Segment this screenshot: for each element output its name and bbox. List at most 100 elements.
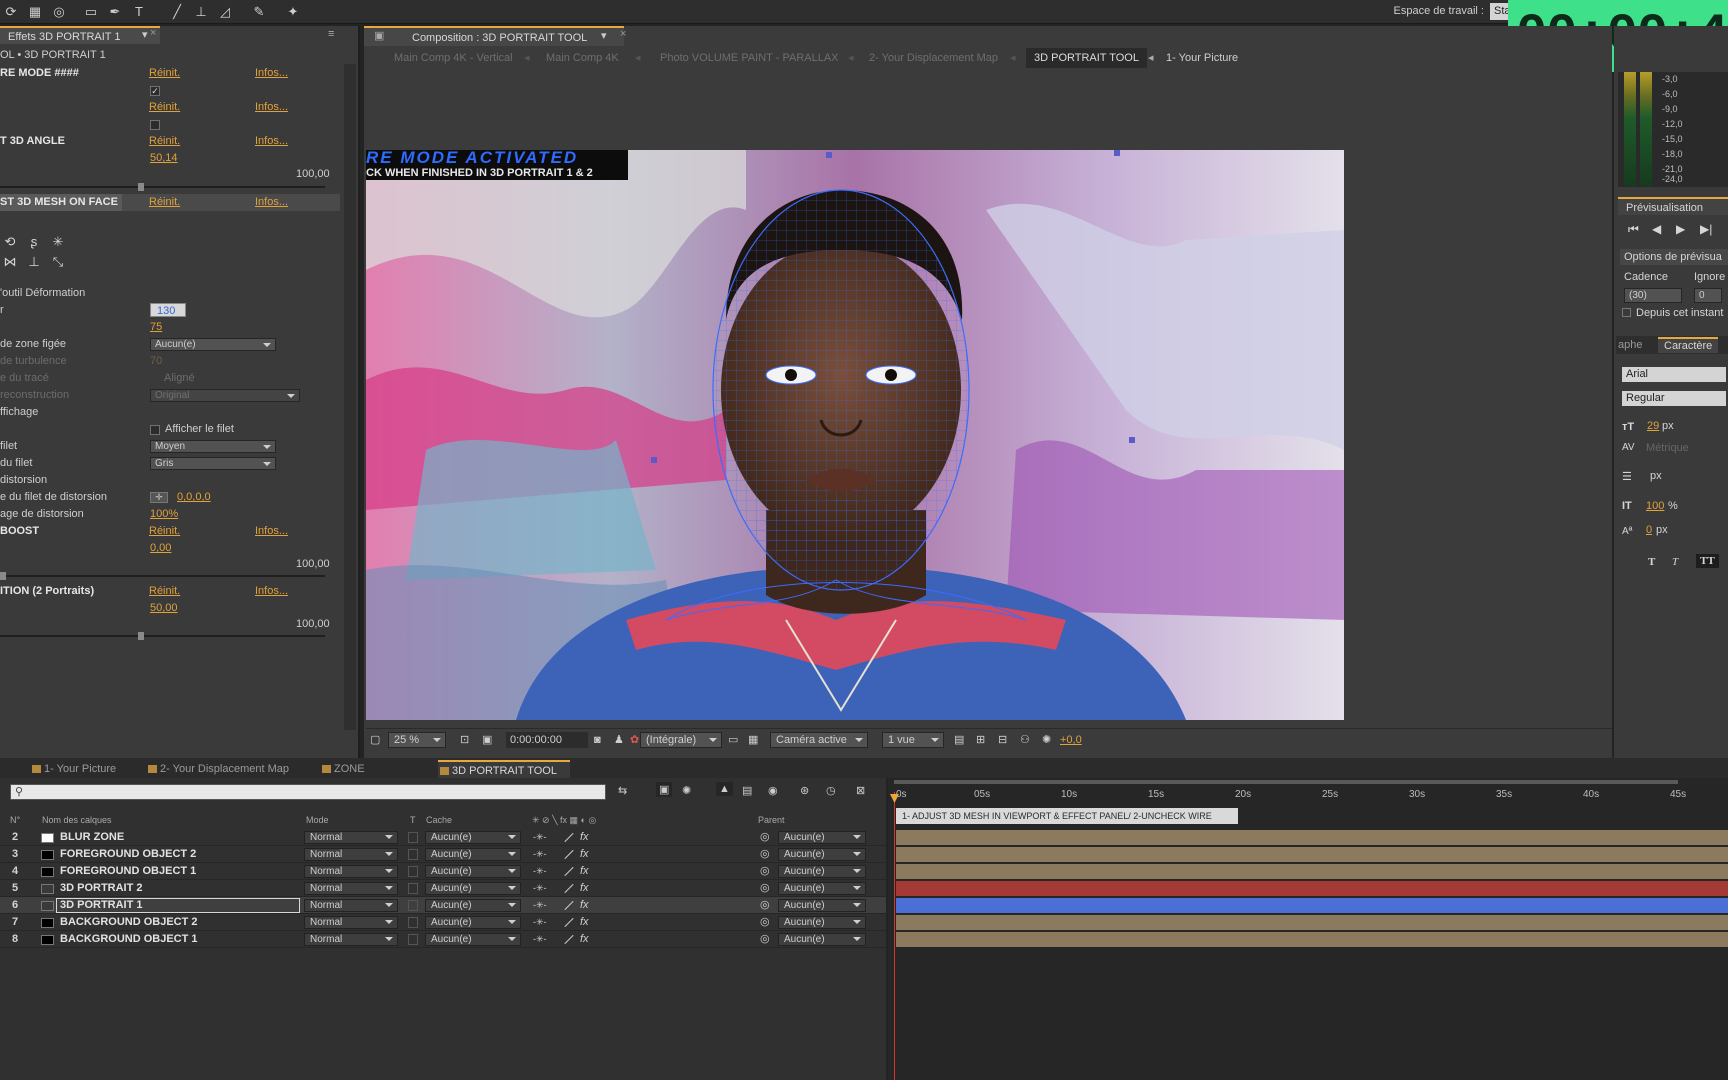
preview-options[interactable]: Options de prévisua — [1620, 249, 1728, 265]
brush-pressure-value[interactable]: 75 — [150, 319, 162, 336]
ignore-select[interactable]: 0 — [1694, 288, 1722, 303]
tab-character[interactable]: Caractère — [1658, 337, 1719, 353]
camera-select[interactable]: Caméra active — [770, 732, 868, 748]
layer-search-input[interactable]: ⚲ — [10, 784, 606, 800]
pick-whip-icon[interactable]: ◎ — [760, 914, 770, 931]
font-size-value[interactable]: 29 — [1647, 420, 1659, 432]
timeline-icon[interactable]: ⊟ — [998, 732, 1007, 748]
layer-name[interactable]: BACKGROUND OBJECT 1 — [60, 931, 198, 948]
tab-menu-icon[interactable]: ▾ — [142, 28, 148, 41]
pick-whip-icon[interactable]: ◎ — [760, 931, 770, 948]
draft-3d-icon[interactable]: ▣ — [656, 782, 673, 797]
roi-icon[interactable]: ▭ — [728, 732, 738, 748]
all-caps-button[interactable]: TT — [1696, 554, 1719, 568]
effects-panel-tab[interactable]: Effets 3D PORTRAIT 1 — [0, 26, 160, 44]
brush-tool-icon[interactable]: ╱ — [168, 3, 186, 21]
pick-whip-icon[interactable]: ◎ — [760, 880, 770, 897]
crumb[interactable]: 2- Your Displacement Map — [869, 48, 998, 68]
crumb[interactable]: 1- Your Picture — [1166, 48, 1238, 68]
preserve-transparency-toggle[interactable] — [408, 934, 418, 945]
pen-tool-icon[interactable]: ✒ — [106, 3, 124, 21]
distortion-mesh-value[interactable]: 0,0,0,0 — [177, 489, 211, 506]
toggle-pixel-icon[interactable]: ▤ — [954, 732, 964, 748]
quality-switch-icon[interactable] — [564, 832, 574, 843]
blend-mode-select[interactable]: Normal — [304, 916, 398, 929]
roto-brush-icon[interactable]: ✎ — [250, 3, 268, 21]
effects-switch-icon[interactable]: fx — [580, 897, 589, 914]
transparency-grid-icon[interactable]: ▦ — [748, 732, 758, 748]
kerning-select[interactable]: Métrique — [1646, 442, 1689, 454]
layer-name[interactable]: BACKGROUND OBJECT 2 — [60, 914, 198, 931]
crumb-active[interactable]: 3D PORTRAIT TOOL — [1026, 48, 1147, 68]
prev-frame-icon[interactable]: ◀ — [1652, 222, 1661, 236]
effects-scrollbar[interactable] — [344, 64, 356, 730]
parent-select[interactable]: Aucun(e) — [778, 882, 866, 895]
show-snapshot-icon[interactable]: ♟ — [614, 732, 624, 748]
font-family-input[interactable]: Arial — [1622, 367, 1726, 382]
layer-duration-bar[interactable] — [896, 847, 1728, 862]
faux-italic-button[interactable]: T — [1672, 556, 1678, 568]
preserve-transparency-toggle[interactable] — [408, 917, 418, 928]
bloat-icon[interactable]: ⋈ — [2, 254, 18, 270]
preserve-transparency-toggle[interactable] — [408, 883, 418, 894]
tab-zone-protect[interactable]: ZONE PROTECT — [320, 760, 420, 793]
parent-select[interactable]: Aucun(e) — [778, 865, 866, 878]
shy-switch-icon[interactable]: -✳- — [533, 931, 547, 948]
track-matte-select[interactable]: Aucun(e) — [425, 899, 521, 912]
show-mesh-checkbox[interactable] — [150, 425, 160, 435]
blend-mode-select[interactable]: Normal — [304, 882, 398, 895]
twist-icon[interactable]: ʂ — [26, 234, 42, 250]
layer-duration-bar[interactable] — [896, 932, 1728, 947]
layer-row[interactable]: 4 FOREGROUND OBJECT 1 Normal Aucun(e) -✳- fx ◎… — [0, 863, 886, 880]
close-tab-icon[interactable]: × — [620, 28, 626, 40]
effect-checkbox[interactable] — [150, 120, 160, 130]
layer-row[interactable]: 5 3D PORTRAIT 2 Normal Aucun(e) -✳- fx ◎ Aucun(… — [0, 880, 886, 897]
exposure-value[interactable]: +0,0 — [1060, 732, 1082, 748]
first-frame-icon[interactable]: ⏮ — [1628, 222, 1639, 237]
since-checkbox[interactable] — [1622, 308, 1631, 317]
reset-link[interactable]: Réinit. — [149, 583, 180, 600]
cadence-select[interactable]: (30) — [1624, 288, 1682, 303]
puppet-pin-icon[interactable]: ✦ — [284, 3, 302, 21]
boost-value[interactable]: 0,00 — [150, 540, 171, 557]
font-style-input[interactable]: Regular — [1622, 391, 1726, 406]
close-tab-icon[interactable]: × — [150, 27, 156, 39]
pick-whip-icon[interactable]: ◎ — [760, 829, 770, 846]
pucker-icon[interactable]: ✳ — [50, 234, 66, 250]
shy-switch-icon[interactable]: -✳- — [533, 863, 547, 880]
track-matte-select[interactable]: Aucun(e) — [425, 831, 521, 844]
effect-checkbox[interactable]: ✓ — [150, 86, 160, 96]
reset-link[interactable]: Réinit. — [149, 65, 180, 82]
rotate-icon[interactable]: ⟲ — [2, 234, 18, 250]
brainstorm-icon[interactable]: ◉ — [768, 784, 778, 797]
preserve-transparency-toggle[interactable] — [408, 849, 418, 860]
info-link[interactable]: Infos... — [255, 194, 288, 211]
layer-duration-bar[interactable] — [896, 898, 1728, 913]
color-channels-icon[interactable]: ✿ — [630, 732, 639, 748]
eraser-tool-icon[interactable]: ◿ — [216, 3, 234, 21]
shy-switch-icon[interactable]: -✳- — [533, 846, 547, 863]
shy-switch-icon[interactable]: -✳- — [533, 914, 547, 931]
reconstruct-icon[interactable]: ⤡ — [50, 254, 66, 270]
camera-tool-icon[interactable]: ▦ — [26, 3, 44, 21]
mesh-color-select[interactable]: Gris — [150, 457, 276, 470]
layer-duration-bar[interactable] — [896, 830, 1728, 845]
track-matte-select[interactable]: Aucun(e) — [425, 865, 521, 878]
shy-icon[interactable]: ✺ — [682, 784, 691, 797]
blend-mode-select[interactable]: Normal — [304, 831, 398, 844]
exposure-icon[interactable]: ✺ — [1042, 732, 1051, 748]
crumb[interactable]: Main Comp 4K - Vertical — [394, 48, 513, 68]
layer-switch-icon[interactable]: ⊠ — [856, 784, 865, 797]
preserve-transparency-toggle[interactable] — [408, 866, 418, 877]
reset-link[interactable]: Réinit. — [149, 133, 180, 150]
region-icon[interactable]: ▢ — [370, 732, 380, 748]
flowchart-icon[interactable]: ⚇ — [1020, 732, 1030, 748]
quality-switch-icon[interactable] — [564, 900, 574, 911]
blend-mode-select[interactable]: Normal — [304, 865, 398, 878]
panel-menu-icon[interactable]: ≡ — [328, 28, 334, 40]
layer-name[interactable]: 3D PORTRAIT 2 — [60, 880, 143, 897]
effects-switch-icon[interactable]: fx — [580, 863, 589, 880]
timer-icon[interactable]: ◷ — [826, 784, 836, 797]
quality-switch-icon[interactable] — [564, 917, 574, 928]
vertical-scale-value[interactable]: 100 — [1646, 500, 1664, 512]
